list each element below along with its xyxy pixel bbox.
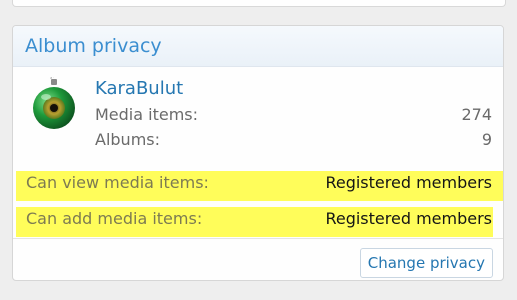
panel-title: Album privacy [25,34,162,57]
albums-label: Albums: [95,130,160,149]
user-avatar[interactable] [31,77,77,133]
album-privacy-panel: Album privacy KaraBulut Media items: 274… [12,25,504,281]
add-permission-label: Can add media items: [26,209,203,228]
view-permission-value: Registered members [325,173,492,192]
albums-count: 9 [481,130,492,149]
media-items-label: Media items: [95,105,199,124]
username-link[interactable]: KaraBulut [95,78,183,99]
media-items-count: 274 [461,105,492,124]
add-permission-value: Registered members [325,209,492,228]
panel-header: Album privacy [13,26,503,67]
change-privacy-button[interactable]: Change privacy [359,248,493,278]
view-permission-label: Can view media items: [26,173,209,192]
previous-panel-bottom [12,0,506,7]
footer-divider [13,238,503,239]
